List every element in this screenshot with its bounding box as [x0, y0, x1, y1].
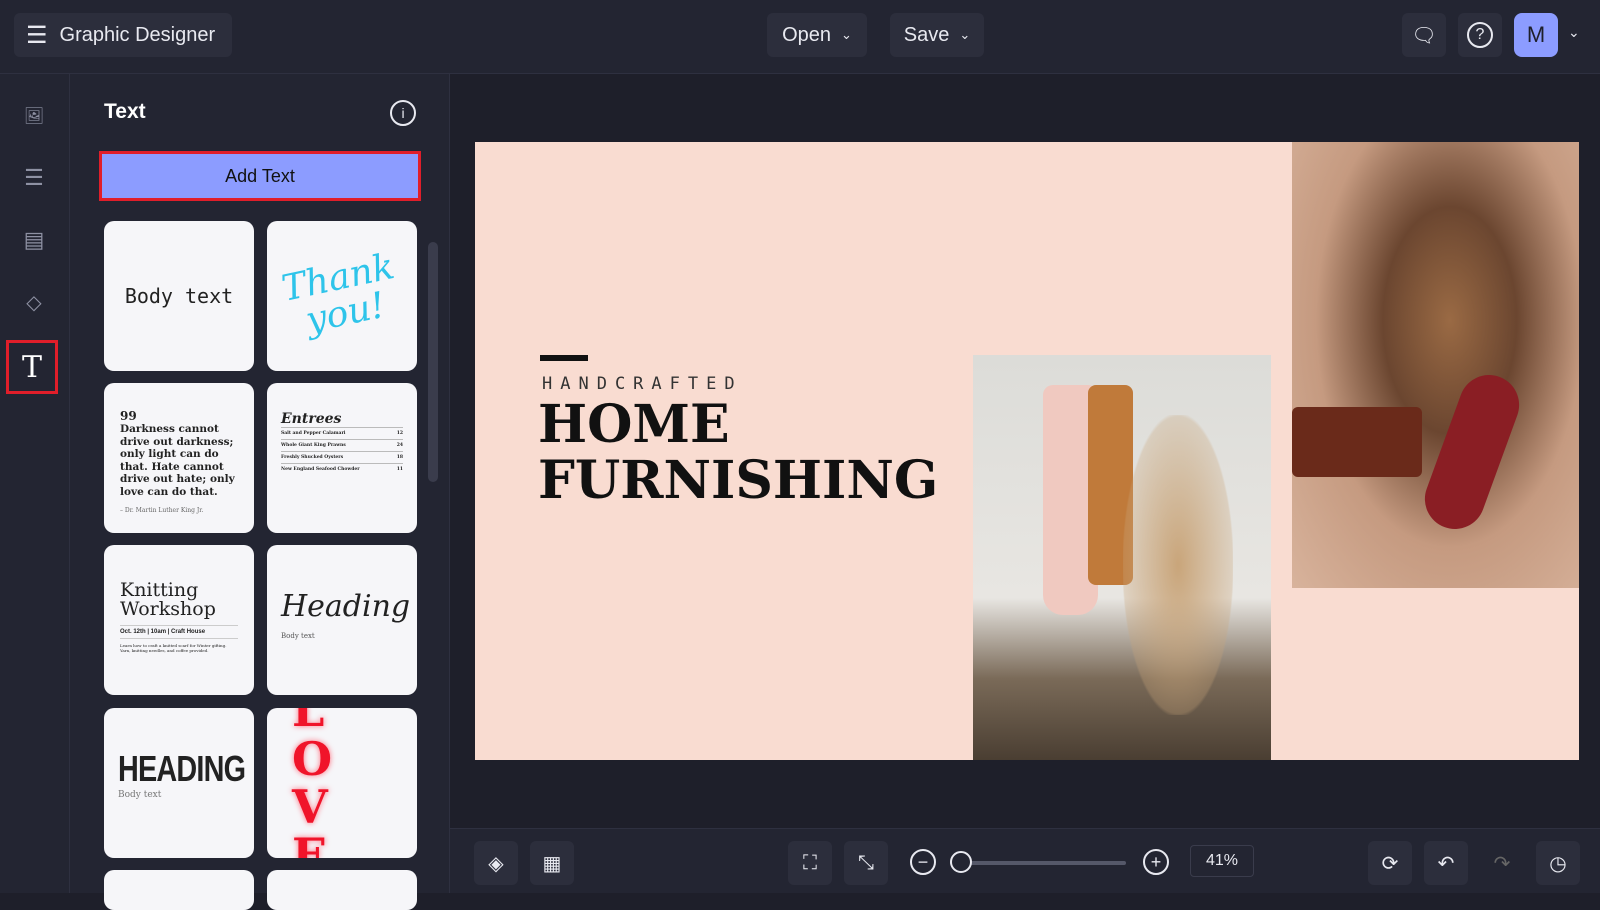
template-love[interactable]: LOVE	[267, 708, 417, 858]
zoom-slider-thumb[interactable]	[950, 851, 972, 873]
top-bar: ☰ Graphic Designer Open ⌄ Save ⌄ 🗨 ? M ⌄	[0, 0, 1600, 74]
template-more[interactable]	[104, 870, 254, 910]
radio-shape	[1292, 407, 1422, 477]
design-canvas[interactable]: HANDCRAFTED HOME FURNISHING	[475, 142, 1579, 760]
template-menu[interactable]: Entrees Salt and Pepper Calamari 12 Whole …	[267, 383, 417, 533]
love-text: LOVE	[292, 708, 351, 858]
zoom-percent-field[interactable]: 41%	[1190, 845, 1254, 877]
zoom-out-icon[interactable]: −	[910, 849, 936, 875]
menu-item-price: 24	[396, 443, 403, 448]
menu-item-price: 11	[396, 467, 403, 472]
shapes-icon[interactable]: ◇	[16, 284, 52, 320]
add-text-button[interactable]: Add Text	[99, 151, 421, 201]
template-label: Thank you!	[278, 246, 399, 342]
eyebrow-text[interactable]: HANDCRAFTED	[542, 374, 743, 394]
fit-screen-icon[interactable]: ⤡	[844, 841, 888, 885]
quote-mark: 99	[120, 409, 137, 423]
hamburger-icon: ☰	[26, 21, 48, 49]
menu-row: New England Seafood Chowder 11	[281, 463, 403, 475]
knitting-desc: Learn how to craft a knitted scarf for W…	[120, 643, 227, 653]
knitting-title: Knitting Workshop	[120, 579, 216, 620]
undo-icon[interactable]: ↶	[1424, 841, 1468, 885]
open-button[interactable]: Open ⌄	[767, 13, 867, 57]
help-icon: ?	[1467, 22, 1493, 48]
menu-row: Freshly Shucked Oysters 18	[281, 451, 403, 463]
headline[interactable]: HOME FURNISHING	[538, 397, 938, 509]
history-icon[interactable]: ◷	[1536, 841, 1580, 885]
bottom-toolbar: ◈ ▦ ⛶ ⤡ − + 41% ⟳ ↶ ↷ ◷	[450, 828, 1600, 893]
template-quote[interactable]: 99 Darkness cannot drive out darkness; o…	[104, 383, 254, 533]
chevron-down-icon: ⌄	[959, 27, 971, 42]
clothes-rack-photo[interactable]	[973, 355, 1271, 760]
template-body-text[interactable]: Body text	[104, 221, 254, 371]
zoom-slider[interactable]	[950, 851, 1126, 873]
panel-title: Text	[104, 100, 146, 123]
open-label: Open	[782, 23, 832, 46]
basket-shoes-photo[interactable]	[1292, 142, 1579, 588]
text-tool-icon[interactable]: T	[6, 340, 58, 394]
text-panel: Text i Add Text Body text Thank you! 99 …	[70, 74, 450, 910]
template-label: Body text	[124, 284, 234, 308]
menu-item-name: Salt and Pepper Calamari	[281, 431, 346, 436]
panel-scrollbar[interactable]	[428, 242, 438, 482]
template-knitting[interactable]: Knitting Workshop Oct. 12th | 10am | Cra…	[104, 545, 254, 695]
adjust-icon[interactable]: ☰	[16, 160, 52, 196]
avatar[interactable]: M	[1514, 13, 1558, 57]
script-body: Body text	[281, 632, 315, 640]
fullscreen-icon[interactable]: ⛶	[788, 841, 832, 885]
layout-icon[interactable]: ▤	[16, 222, 52, 258]
headline-line-1: HOME	[538, 394, 730, 455]
menu-row: Salt and Pepper Calamari 12	[281, 427, 403, 439]
comments-button[interactable]: 🗨	[1402, 13, 1446, 57]
menu-item-price: 18	[396, 455, 403, 460]
script-heading: Heading	[281, 589, 411, 624]
layers-icon[interactable]: ◈	[474, 841, 518, 885]
quote-text: Darkness cannot drive out darkness; only…	[120, 423, 235, 498]
template-script-heading[interactable]: Heading Body text	[267, 545, 417, 695]
bold-heading: HEADING	[118, 748, 246, 789]
app-menu-button[interactable]: ☰ Graphic Designer	[14, 13, 232, 57]
template-more[interactable]	[267, 870, 417, 910]
chevron-down-icon: ⌄	[841, 27, 852, 42]
redo-icon[interactable]: ↷	[1480, 841, 1524, 885]
menu-item-name: Whole Giant King Prawns	[281, 443, 346, 448]
menu-title: Entrees	[281, 411, 342, 427]
menu-item-name: Freshly Shucked Oysters	[281, 455, 344, 460]
menu-item-name: New England Seafood Chowder	[281, 467, 360, 472]
comment-icon: 🗨	[1411, 24, 1437, 47]
knitting-details: Oct. 12th | 10am | Craft House	[120, 625, 238, 639]
help-button[interactable]: ?	[1458, 13, 1502, 57]
tool-rail: 🖼 ☰ ▤ ◇ T	[0, 74, 70, 893]
save-label: Save	[903, 23, 950, 46]
image-icon[interactable]: 🖼	[16, 98, 52, 134]
pampas-grass-shape	[1123, 415, 1233, 715]
menu-row: Whole Giant King Prawns 24	[281, 439, 403, 451]
info-icon[interactable]: i	[390, 100, 416, 126]
save-button[interactable]: Save ⌄	[890, 13, 984, 57]
headline-line-2: FURNISHING	[538, 450, 939, 511]
app-title: Graphic Designer	[59, 23, 216, 46]
bold-body: Body text	[118, 790, 162, 800]
zoom-in-icon[interactable]: +	[1143, 849, 1169, 875]
template-bold-heading[interactable]: HEADING Body text	[104, 708, 254, 858]
accent-bar	[540, 355, 588, 361]
quote-author: – Dr. Martin Luther King Jr.	[120, 506, 204, 514]
shoe-shape	[1416, 366, 1528, 538]
account-chevron-icon[interactable]: ⌄	[1568, 24, 1580, 41]
template-thank-you[interactable]: Thank you!	[267, 221, 417, 371]
grid-icon[interactable]: ▦	[530, 841, 574, 885]
refresh-icon[interactable]: ⟳	[1368, 841, 1412, 885]
menu-item-price: 12	[396, 431, 403, 436]
